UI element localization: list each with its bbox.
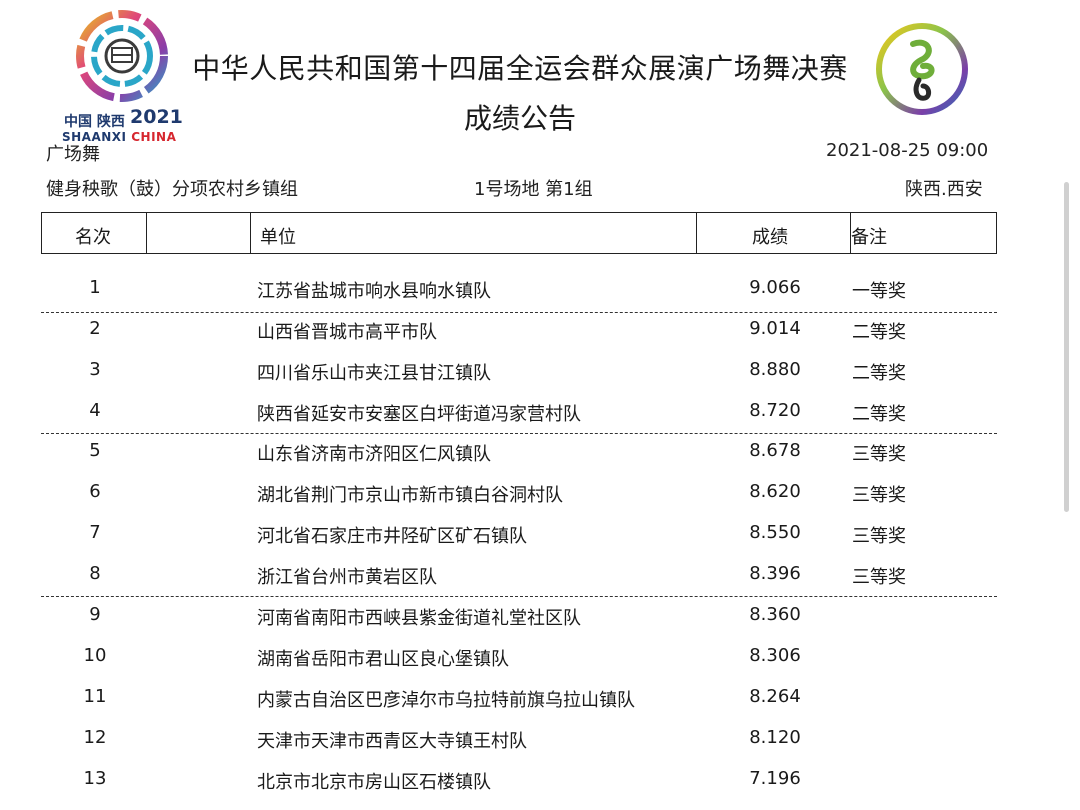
rank-cell: 1	[89, 277, 101, 298]
header-cell-unit	[250, 213, 696, 253]
column-header-unit: 单位	[260, 227, 296, 248]
score-cell: 8.306	[749, 645, 801, 666]
table-row: 13 北京市北京市房山区石楼镇队 7.196	[0, 761, 1080, 801]
table-row: 4 陕西省延安市安塞区白坪街道冯家营村队 8.720 二等奖	[0, 393, 1080, 433]
table-row: 10 湖南省岳阳市君山区良心堡镇队 8.306	[0, 638, 1080, 678]
table-row: 12 天津市天津市西青区大寺镇王村队 8.120	[0, 720, 1080, 760]
unit-cell: 江苏省盐城市响水县响水镇队	[257, 281, 491, 302]
unit-cell: 湖南省岳阳市君山区良心堡镇队	[257, 649, 509, 670]
rank-cell: 6	[89, 481, 101, 502]
score-cell: 8.120	[749, 727, 801, 748]
rank-cell: 4	[89, 400, 101, 421]
score-cell: 8.264	[749, 686, 801, 707]
unit-cell: 天津市天津市西青区大寺镇王村队	[257, 731, 527, 752]
unit-cell: 山东省济南市济阳区仁风镇队	[257, 444, 491, 465]
rank-cell: 2	[89, 318, 101, 339]
remark-cell: 二等奖	[852, 322, 906, 343]
column-header-remark: 备注	[851, 227, 887, 248]
scrollbar[interactable]	[1064, 182, 1069, 512]
unit-cell: 河北省石家庄市井陉矿区矿石镇队	[257, 526, 527, 547]
unit-cell: 河南省南阳市西峡县紫金街道礼堂社区队	[257, 608, 581, 629]
rank-cell: 9	[89, 604, 101, 625]
table-row: 9 河南省南阳市西峡县紫金街道礼堂社区队 8.360	[0, 597, 1080, 637]
score-cell: 8.360	[749, 604, 801, 625]
table-row: 5 山东省济南市济阳区仁风镇队 8.678 三等奖	[0, 433, 1080, 473]
remark-cell: 三等奖	[852, 444, 906, 465]
rank-cell: 12	[83, 727, 107, 748]
rank-cell: 7	[89, 522, 101, 543]
venue-label: 1号场地 第1组	[474, 179, 593, 200]
column-header-rank: 名次	[75, 227, 111, 248]
table-row: 6 湖北省荆门市京山市新市镇白谷洞村队 8.620 三等奖	[0, 474, 1080, 514]
score-cell: 8.678	[749, 440, 801, 461]
remark-cell: 三等奖	[852, 567, 906, 588]
category-label: 广场舞	[46, 144, 100, 165]
unit-cell: 浙江省台州市黄岩区队	[257, 567, 437, 588]
rank-cell: 11	[83, 686, 107, 707]
rank-cell: 5	[89, 440, 101, 461]
remark-cell: 二等奖	[852, 404, 906, 425]
score-cell: 8.620	[749, 481, 801, 502]
rank-cell: 3	[89, 359, 101, 380]
score-cell: 8.550	[749, 522, 801, 543]
score-cell: 8.396	[749, 563, 801, 584]
score-cell: 8.720	[749, 400, 801, 421]
table-row: 3 四川省乐山市夹江县甘江镇队 8.880 二等奖	[0, 352, 1080, 392]
remark-cell: 二等奖	[852, 363, 906, 384]
page-title: 中华人民共和国第十四届全运会群众展演广场舞决赛	[192, 52, 848, 85]
remark-cell: 三等奖	[852, 526, 906, 547]
table-header: 名次 单位 成绩 备注	[41, 212, 997, 254]
unit-cell: 内蒙古自治区巴彦淖尔市乌拉特前旗乌拉山镇队	[257, 690, 635, 711]
unit-cell: 陕西省延安市安塞区白坪街道冯家营村队	[257, 404, 581, 425]
score-cell: 8.880	[749, 359, 801, 380]
table-row: 2 山西省晋城市高平市队 9.014 二等奖	[0, 311, 1080, 351]
table-row: 8 浙江省台州市黄岩区队 8.396 三等奖	[0, 556, 1080, 596]
page-subtitle: 成绩公告	[463, 102, 576, 135]
unit-cell: 山西省晋城市高平市队	[257, 322, 437, 343]
rank-cell: 10	[83, 645, 107, 666]
datetime-label: 2021-08-25 09:00	[826, 140, 989, 161]
column-header-score: 成绩	[752, 227, 788, 248]
score-cell: 9.014	[749, 318, 801, 339]
unit-cell: 四川省乐山市夹江县甘江镇队	[257, 363, 491, 384]
table-row: 1 江苏省盐城市响水县响水镇队 9.066 一等奖	[0, 270, 1080, 310]
rank-cell: 8	[89, 563, 101, 584]
remark-cell: 三等奖	[852, 485, 906, 506]
unit-cell: 北京市北京市房山区石楼镇队	[257, 772, 491, 793]
unit-cell: 湖北省荆门市京山市新市镇白谷洞村队	[257, 485, 563, 506]
location-label: 陕西.西安	[905, 179, 983, 200]
remark-cell: 一等奖	[852, 281, 906, 302]
event-label: 健身秧歌（鼓）分项农村乡镇组	[46, 179, 298, 200]
table-row: 11 内蒙古自治区巴彦淖尔市乌拉特前旗乌拉山镇队 8.264	[0, 679, 1080, 719]
score-cell: 9.066	[749, 277, 801, 298]
rank-cell: 13	[83, 768, 107, 789]
header-cell-blank	[146, 213, 250, 253]
score-cell: 7.196	[749, 768, 801, 789]
table-row: 7 河北省石家庄市井陉矿区矿石镇队 8.550 三等奖	[0, 515, 1080, 555]
